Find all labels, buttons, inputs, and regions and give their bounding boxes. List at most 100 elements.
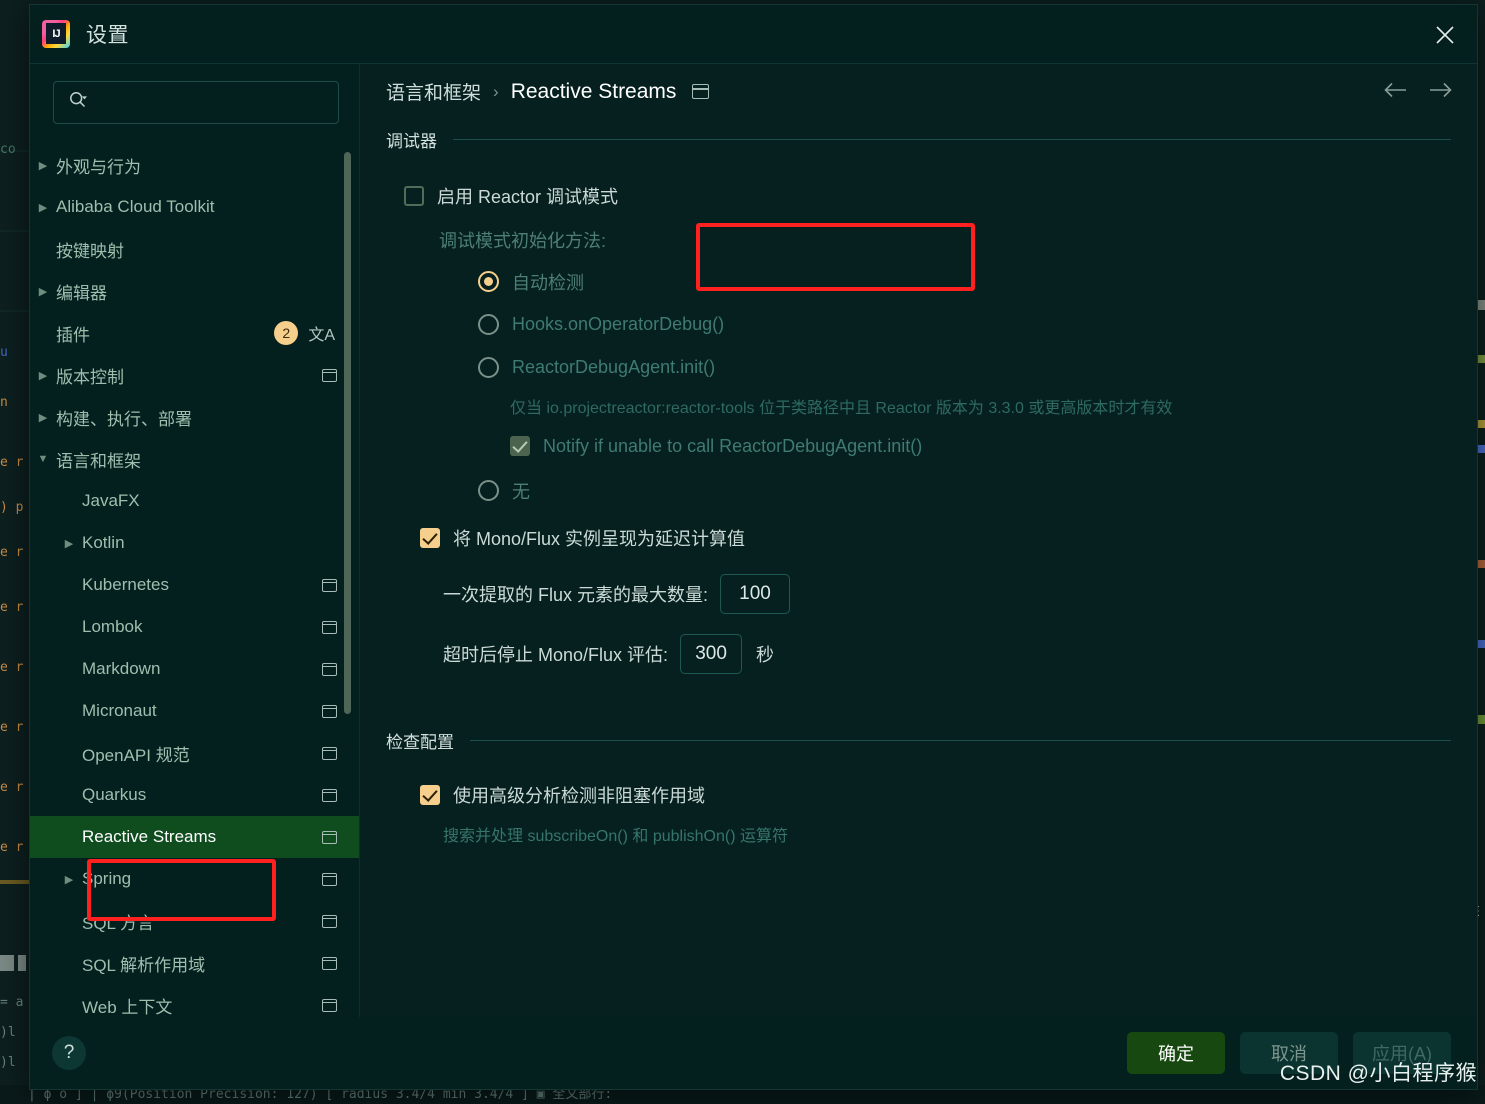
agent-hint-row: 仅当 io.projectreactor:reactor-tools 位于类路径… [386,389,1451,423]
close-icon[interactable] [1433,23,1457,47]
notify-agent-checkbox[interactable] [510,436,530,456]
settings-dialog: 设置 [29,4,1478,1090]
sidebar-item-2[interactable]: 按键映射 [30,228,359,270]
sidebar-item-8[interactable]: JavaFX [30,480,359,522]
sidebar-item-19[interactable]: SQL 解析作用域 [30,942,359,984]
chevron-right-icon[interactable]: ▶ [30,285,56,298]
advanced-analysis-checkbox[interactable] [420,785,440,805]
help-button[interactable]: ? [52,1036,86,1070]
settings-tree-items: ▶ 外观与行为 ▶ Alibaba Cloud Toolkit 按键映射 ▶ 编辑器 插件 2 文… [30,144,359,1017]
chevron-right-icon[interactable]: ▶ [30,369,56,382]
radio-reactor-debug-agent-row[interactable]: ReactorDebugAgent.init() [386,346,1451,389]
sidebar-item-1[interactable]: ▶ Alibaba Cloud Toolkit [30,186,359,228]
sidebar-item-9[interactable]: ▶ Kotlin [30,522,359,564]
search-input[interactable] [88,94,328,111]
translate-icon[interactable]: 文A [308,321,335,345]
sidebar-item-label: Quarkus [82,785,147,804]
backdrop-token: e r [0,660,24,675]
enable-reactor-debug-checkbox[interactable] [404,186,424,206]
sidebar-item-5[interactable]: ▶ 版本控制 [30,354,359,396]
sidebar-item-17[interactable]: ▶ Spring [30,858,359,900]
sidebar-item-11[interactable]: Lombok [30,606,359,648]
sidebar-item-label: Micronaut [82,701,157,720]
apply-button[interactable]: 应用(A) [1353,1032,1451,1074]
sidebar-item-4[interactable]: 插件 2 文A [30,312,359,354]
backdrop-token: = a [0,995,24,1010]
sidebar-item-13[interactable]: Micronaut [30,690,359,732]
arrow-left-icon[interactable] [1383,80,1409,105]
advanced-analysis-row[interactable]: 使用高级分析检测非阻塞作用域 [386,775,1451,815]
max-elements-row: 一次提取的 Flux 元素的最大数量: [386,564,1451,624]
sidebar-item-label: Alibaba Cloud Toolkit [56,197,215,216]
inspection-hint-row: 搜索并处理 subscribeOn() 和 publishOn() 运算符 [386,815,1451,853]
sidebar-item-6[interactable]: ▶ 构建、执行、部署 [30,396,359,438]
search-icon [68,90,88,115]
render-lazy-label: 将 Mono/Flux 实例呈现为延迟计算值 [453,529,746,549]
project-scope-icon [322,368,337,382]
project-scope-icon [322,830,337,844]
max-elements-label: 一次提取的 Flux 元素的最大数量: [443,585,709,605]
chevron-right-icon[interactable]: ▶ [30,201,56,214]
section-divider [470,740,1451,741]
sidebar-item-20[interactable]: Web 上下文 [30,984,359,1017]
chevron-right-icon[interactable]: ▶ [30,411,56,424]
chevron-right-icon[interactable]: ▶ [56,537,82,550]
radio-hooks-on-operator-debug[interactable] [478,314,499,335]
backdrop-token: e r [0,455,24,470]
max-elements-input[interactable] [720,574,791,614]
radio-auto-detect[interactable] [478,271,499,292]
ok-button[interactable]: 确定 [1127,1032,1225,1074]
render-lazy-row[interactable]: 将 Mono/Flux 实例呈现为延迟计算值 [386,512,1451,564]
sidebar-item-label: 插件 [56,325,90,345]
sidebar-item-label: 按键映射 [56,241,124,261]
radio-none-label: 无 [512,481,530,502]
radio-hooks-on-operator-debug-row[interactable]: Hooks.onOperatorDebug() [386,303,1451,346]
sidebar-item-3[interactable]: ▶ 编辑器 [30,270,359,312]
notify-agent-row[interactable]: Notify if unable to call ReactorDebugAge… [386,423,1451,469]
sidebar-item-14[interactable]: OpenAPI 规范 [30,732,359,774]
arrow-right-icon[interactable] [1427,80,1453,105]
chevron-right-icon[interactable]: ▶ [56,873,82,886]
radio-auto-detect-label: 自动检测 [512,272,584,293]
sidebar-item-10[interactable]: Kubernetes [30,564,359,606]
cancel-button[interactable]: 取消 [1240,1032,1338,1074]
dialog-title: 设置 [86,24,129,47]
render-lazy-checkbox[interactable] [420,528,440,548]
sidebar-item-label: SQL 方言 [82,913,155,933]
radio-reactor-debug-agent[interactable] [478,357,499,378]
sidebar-item-0[interactable]: ▶ 外观与行为 [30,144,359,186]
radio-hooks-on-operator-debug-label: Hooks.onOperatorDebug() [512,314,725,334]
sidebar-item-label: JavaFX [82,491,140,510]
chevron-down-icon[interactable]: ▼ [30,453,56,465]
footer-buttons: 确定 取消 应用(A) [1127,1032,1451,1074]
sidebar-item-label: Kubernetes [82,575,169,594]
timeout-label: 超时后停止 Mono/Flux 评估: [443,645,669,665]
backdrop-line [1478,445,1485,453]
search-box[interactable] [53,81,339,124]
chevron-right-icon[interactable]: ▶ [30,159,56,172]
backdrop-line [1478,560,1485,568]
navigation-arrows [1383,80,1453,105]
enable-reactor-debug-row[interactable]: 启用 Reactor 调试模式 [386,172,1451,220]
backdrop-line [0,230,29,232]
breadcrumb-parent[interactable]: 语言和框架 [386,78,481,105]
sidebar-item-18[interactable]: SQL 方言 [30,900,359,942]
inspection-section-header: 检查配置 [386,728,1451,753]
sidebar-item-7[interactable]: ▼ 语言和框架 [30,438,359,480]
timeout-input[interactable] [680,634,743,674]
backdrop-token: co [0,142,16,157]
backdrop-line [1478,715,1485,724]
backdrop-line [1478,640,1485,648]
radio-none[interactable] [478,480,499,501]
sidebar-scrollbar[interactable] [344,152,351,714]
sidebar-item-12[interactable]: Markdown [30,648,359,690]
sidebar-item-label: Web 上下文 [82,997,173,1017]
sidebar-item-16[interactable]: Reactive Streams [30,816,359,858]
sidebar-item-label: SQL 解析作用域 [82,955,206,975]
debugger-section-title: 调试器 [386,132,437,151]
backdrop-token: ) p [0,500,24,515]
sidebar-item-15[interactable]: Quarkus [30,774,359,816]
radio-none-row[interactable]: 无 [386,469,1451,512]
sidebar-item-label: 版本控制 [56,367,124,387]
radio-auto-detect-row[interactable]: 自动检测 [386,260,1451,303]
